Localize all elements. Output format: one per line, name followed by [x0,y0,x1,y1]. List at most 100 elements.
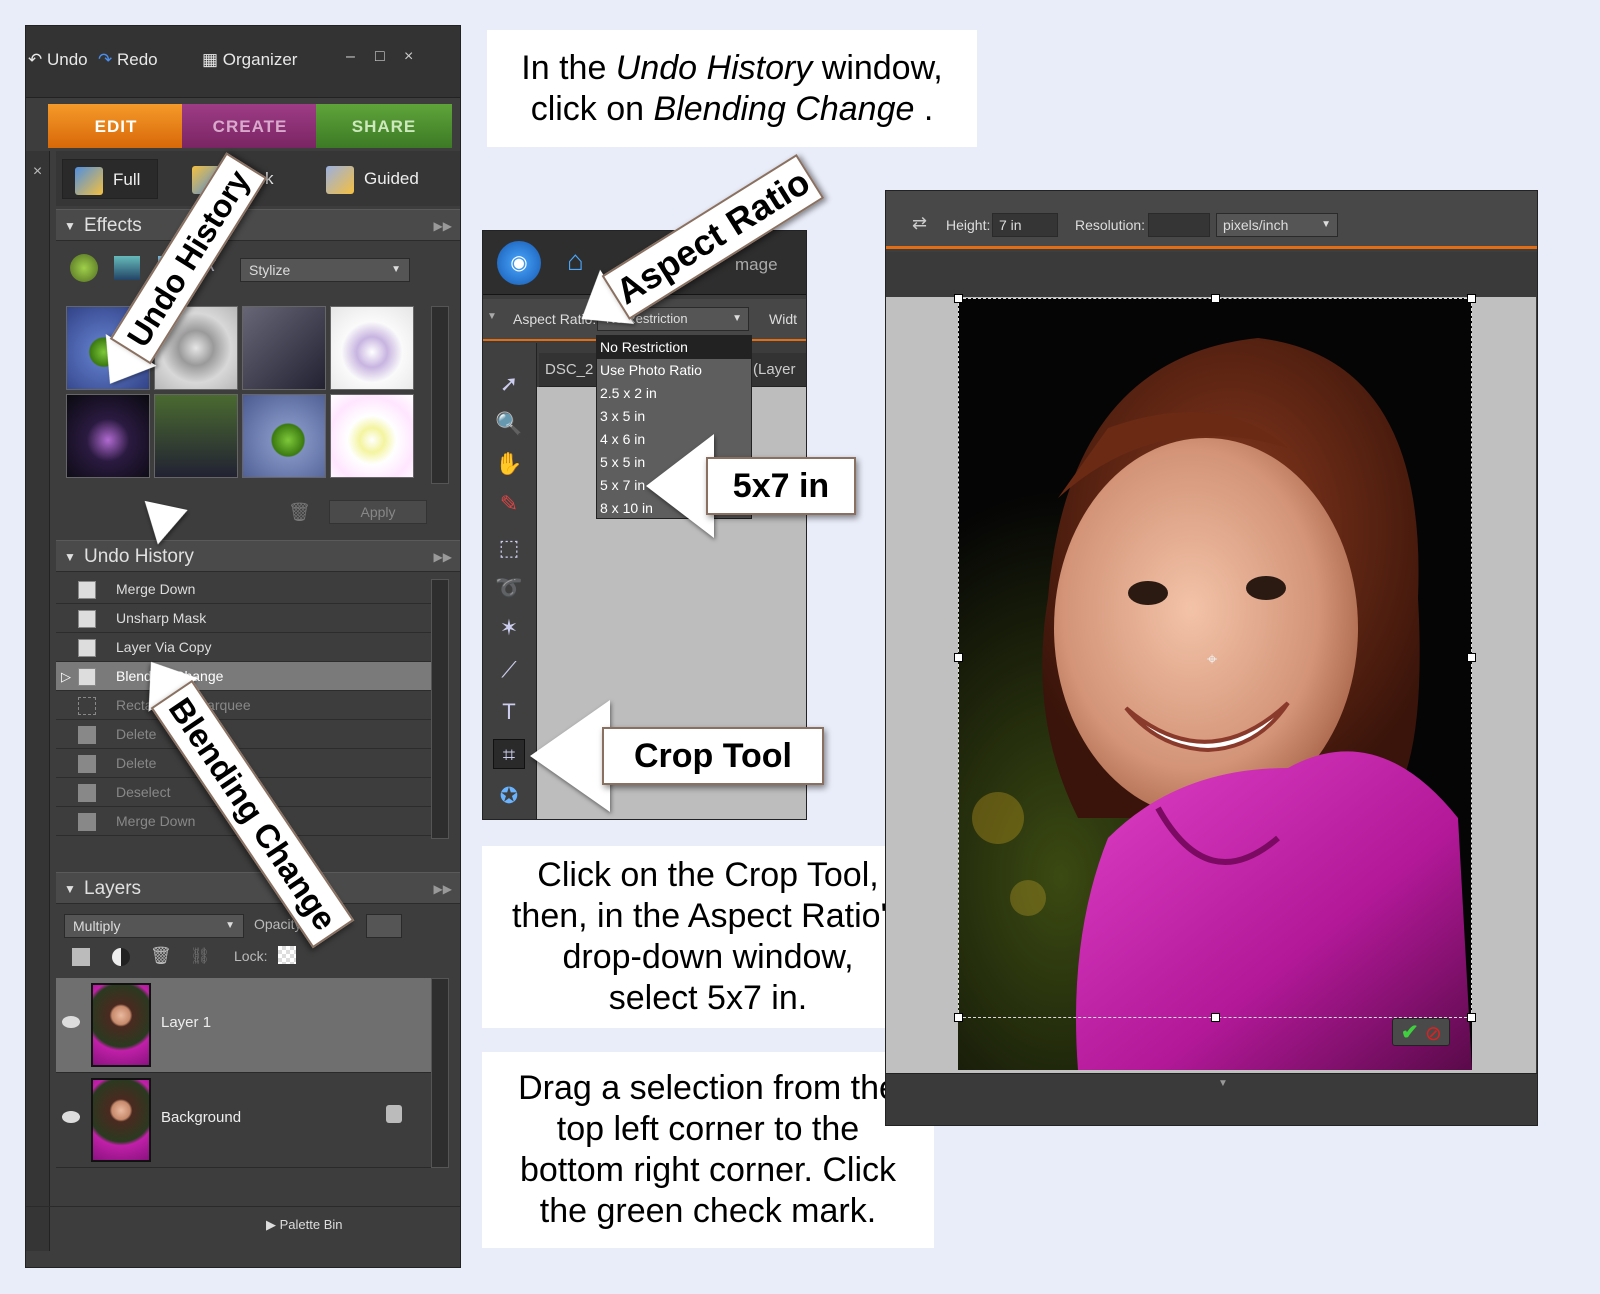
palette-bin-toggle[interactable]: ▶ Palette Bin [266,1217,342,1233]
layer-row-selected[interactable]: Layer 1 [56,978,431,1073]
apply-button[interactable]: Apply [329,500,427,524]
aspect-option[interactable]: 2.5 x 2 in [597,382,751,405]
expand-arrow-icon[interactable]: ▼ [1218,1078,1228,1089]
adjustment-layer-icon[interactable] [112,948,130,966]
swap-dimensions-icon[interactable]: ⇄ [912,213,927,234]
crop-handle[interactable] [1211,1013,1220,1022]
close-button[interactable]: × [404,48,413,66]
workspace-tabs: EDIT CREATE SHARE [48,104,458,148]
layer-row[interactable]: Background [56,1073,431,1168]
visibility-eye-icon[interactable] [62,1016,80,1028]
effects-filter-value: Stylize [249,262,291,278]
crop-selection-rectangle[interactable]: ⌖ [954,294,1476,1022]
move-tool-icon[interactable]: ➚ [493,369,525,399]
crop-handle[interactable] [1211,294,1220,303]
type-tool-icon[interactable]: T [493,697,525,727]
image-menu-label[interactable]: mage [735,255,778,275]
redo-icon: ↷ [98,50,113,69]
history-item[interactable]: Merge Down [56,575,431,604]
tab-edit[interactable]: EDIT [48,104,184,148]
collapse-close-icon[interactable]: × [26,163,49,181]
camera-icon[interactable]: ◉ [497,241,541,285]
crop-handle[interactable] [954,653,963,662]
delete-layer-icon[interactable]: 🗑 [150,946,172,966]
cookie-cutter-tool-icon[interactable]: ✪ [493,781,525,811]
height-label: Height: [946,217,991,233]
crop-tool-icon[interactable]: ⌗ [493,739,525,769]
home-icon[interactable]: ⌂ [567,245,584,277]
panel-menu-icon[interactable]: ▶▶ [434,873,452,905]
aspect-option[interactable]: 3 x 5 in [597,405,751,428]
guided-edit-button[interactable]: Guided [326,159,419,199]
selection-brush-tool-icon[interactable]: ⟋ [493,655,525,685]
aspect-option[interactable]: Use Photo Ratio [597,359,751,382]
link-layer-icon[interactable]: ⛓ [190,946,210,966]
hand-tool-icon[interactable]: ✋ [493,449,525,479]
note3-line: top left corner to the [556,1110,860,1148]
effects-header[interactable]: ▼ Effects ▶▶ [56,209,460,242]
instruction-note-2: Click on the Crop Tool, then, in the Asp… [482,846,934,1028]
cancel-icon[interactable]: ⊘ [1425,1021,1442,1046]
lock-transparency-icon[interactable] [278,946,296,964]
layer-styles-icon[interactable] [114,256,140,280]
zoom-tool-icon[interactable]: 🔍 [493,409,525,439]
maximize-button[interactable]: □ [375,48,385,66]
redo-button[interactable]: ↷ Redo [98,50,158,70]
trash-icon[interactable]: 🗑 [288,502,311,523]
history-item[interactable]: Rectangular Marquee [56,691,431,720]
history-state-icon [78,784,96,802]
crop-handle[interactable] [1467,294,1476,303]
crop-handle[interactable] [954,1013,963,1022]
blend-mode-dropdown[interactable]: Multiply ▼ [64,914,244,938]
note1-emphasis: Undo History [615,48,813,87]
aspect-option-selected[interactable]: No Restriction [597,336,751,359]
crop-handle[interactable] [1467,653,1476,662]
marquee-tool-icon[interactable]: ⬚ [493,533,525,563]
layers-scrollbar[interactable] [431,978,449,1168]
undo-button[interactable]: ↶ Undo [28,50,88,70]
undo-history-scrollbar[interactable] [431,579,449,839]
effect-thumbnail[interactable] [330,306,414,390]
history-item[interactable]: Layer Via Copy [56,633,431,662]
panel-menu-icon[interactable]: ▶▶ [434,541,452,573]
visibility-eye-icon[interactable] [62,1111,80,1123]
panel-menu-icon[interactable]: ▶▶ [434,210,452,242]
undo-history-header[interactable]: ▼ Undo History ▶▶ [56,540,460,573]
panel-collapse-strip: × [26,151,50,1251]
tab-share[interactable]: SHARE [316,104,452,148]
crop-handle[interactable] [954,294,963,303]
undo-history-title: Undo History [84,546,194,567]
effect-thumbnail[interactable] [242,306,326,390]
full-edit-button[interactable]: Full [62,159,158,199]
history-pointer-icon: ▷ [61,669,71,684]
arrow-head [530,700,610,812]
resolution-field[interactable] [1148,213,1210,237]
effect-thumbnail[interactable] [154,394,238,478]
green-check-icon[interactable]: ✔ [1401,1020,1419,1045]
organizer-button[interactable]: ▦ Organizer [202,50,297,70]
filters-icon[interactable] [70,254,98,282]
new-layer-icon[interactable] [72,948,90,966]
layers-header[interactable]: ▼ Layers ▶▶ [56,872,460,905]
tab-create[interactable]: CREATE [182,104,318,148]
opacity-field[interactable] [366,914,402,938]
history-item[interactable]: Delete [56,720,431,749]
history-state-icon [78,813,96,831]
history-state-icon [78,639,96,657]
crop-handle[interactable] [1467,1013,1476,1022]
history-item-selected[interactable]: ▷ Blending Change [56,662,431,691]
history-item[interactable]: Unsharp Mask [56,604,431,633]
note1-emphasis: Blending Change [653,89,915,128]
lasso-tool-icon[interactable]: ➰ [493,573,525,603]
layer-name: Layer 1 [161,1014,212,1031]
eyedropper-tool-icon[interactable]: ✎ [493,489,525,519]
effect-thumbnail[interactable] [242,394,326,478]
effects-scrollbar[interactable] [431,306,449,484]
effects-filter-dropdown[interactable]: Stylize ▼ [240,258,410,282]
minimize-button[interactable]: – [346,48,355,66]
effect-thumbnail[interactable] [330,394,414,478]
magic-wand-tool-icon[interactable]: ✶ [493,613,525,643]
effect-thumbnail[interactable] [66,394,150,478]
height-field[interactable]: 7 in [992,213,1058,237]
resolution-units-dropdown[interactable]: pixels/inch ▼ [1216,213,1338,237]
